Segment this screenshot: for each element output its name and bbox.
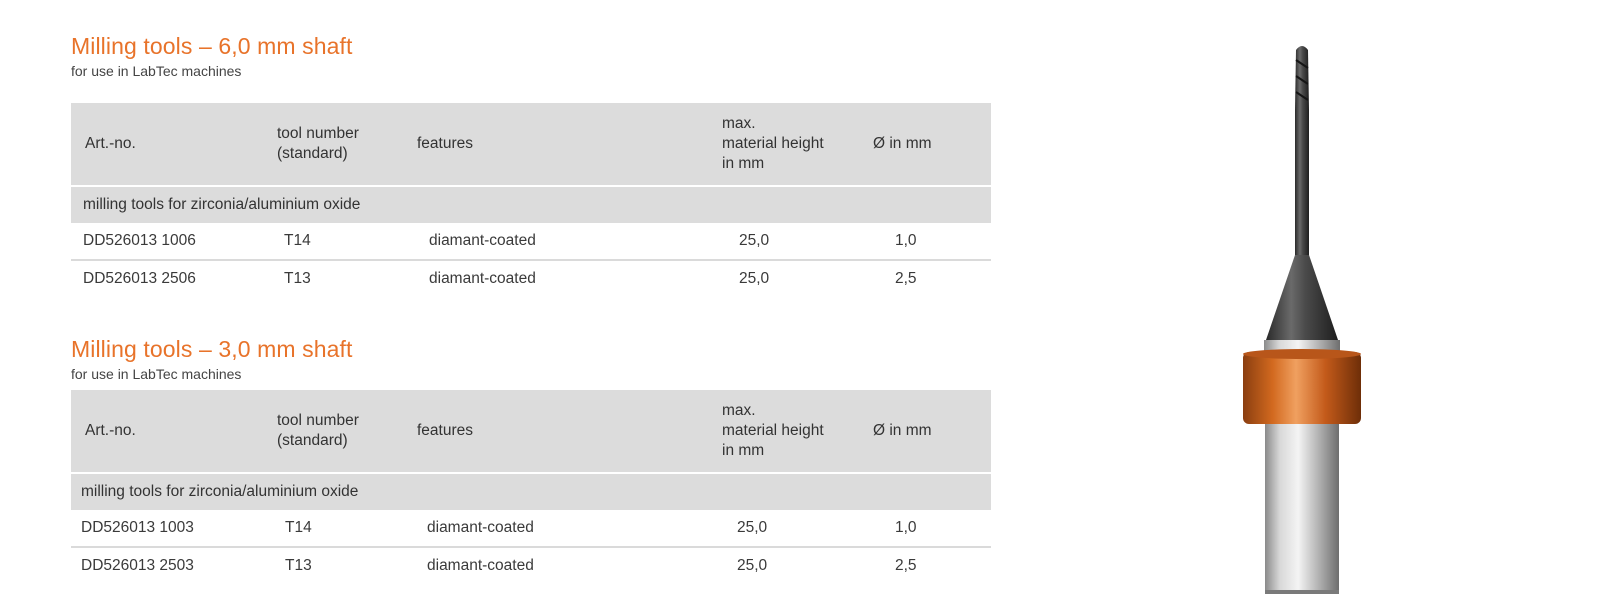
group-label: milling tools for zirconia/aluminium oxi… [71,472,991,510]
section-6mm-shaft: Milling tools – 6,0 mm shaft for use in … [71,30,991,297]
header-max-material-height: max. material height in mm [721,390,873,473]
header-art-no: Art.-no. [71,103,276,186]
header-diameter: Ø in mm [873,103,991,186]
header-features: features [416,390,721,473]
header-max-material-height: max. material height in mm [721,103,873,186]
cell-tool-number: T13 [285,557,312,574]
cell-features: diamant-coated [416,223,721,261]
table-row: DD526013 1006 T14 diamant-coated 25,0 1,… [71,223,991,261]
cell-diameter: 1,0 [873,510,991,548]
milling-tools-table: Art.-no. tool number (standard) features … [71,103,991,297]
table-group-row: milling tools for zirconia/aluminium oxi… [71,185,991,223]
cell-tool-number: T14 [276,510,416,548]
cell-features: diamant-coated [416,510,721,548]
cell-diameter: 1,0 [873,223,991,261]
cell-art-no: DD526013 1006 [71,223,276,261]
table-group-row: milling tools for zirconia/aluminium oxi… [71,472,991,510]
cell-max-height: 25,0 [737,557,768,574]
milling-tools-table: Art.-no. tool number (standard) features … [71,390,991,584]
group-label: milling tools for zirconia/aluminium oxi… [71,185,991,223]
cell-tool-number: T14 [276,223,416,261]
cell-art-no: DD526013 2503 [81,557,194,574]
header-tool-number: tool number (standard) [276,390,416,473]
section-title: Milling tools – 6,0 mm shaft [71,33,353,59]
cell-art-no: DD526013 1003 [71,510,276,548]
cell-max-height: 25,0 [721,510,873,548]
cell-max-height: 25,0 [739,270,770,287]
section-subtitle: for use in LabTec machines [71,63,242,79]
cell-tool-number: T13 [284,270,311,287]
header-tool-number: tool number (standard) [276,103,416,186]
header-diameter: Ø in mm [873,390,991,473]
cell-features: diamant-coated [427,557,534,574]
milling-tool-image [1243,46,1361,594]
cell-art-no: DD526013 2506 [83,270,196,287]
table-row: DD526013 2506 T13 diamant-coated 25,0 2,… [71,260,991,297]
table-header-row: Art.-no. tool number (standard) features … [71,103,991,186]
section-3mm-shaft: Milling tools – 3,0 mm shaft for use in … [71,333,991,584]
cell-diameter: 2,5 [895,270,917,287]
cell-features: diamant-coated [429,270,536,287]
table-row: DD526013 1003 T14 diamant-coated 25,0 1,… [71,510,991,548]
cell-max-height: 25,0 [721,223,873,261]
section-subtitle: for use in LabTec machines [71,366,242,382]
cell-diameter: 2,5 [895,557,917,574]
header-art-no: Art.-no. [71,390,276,473]
header-features: features [416,103,721,186]
table-row: DD526013 2503 T13 diamant-coated 25,0 2,… [71,547,991,584]
section-title: Milling tools – 3,0 mm shaft [71,336,353,362]
table-header-row: Art.-no. tool number (standard) features … [71,390,991,473]
